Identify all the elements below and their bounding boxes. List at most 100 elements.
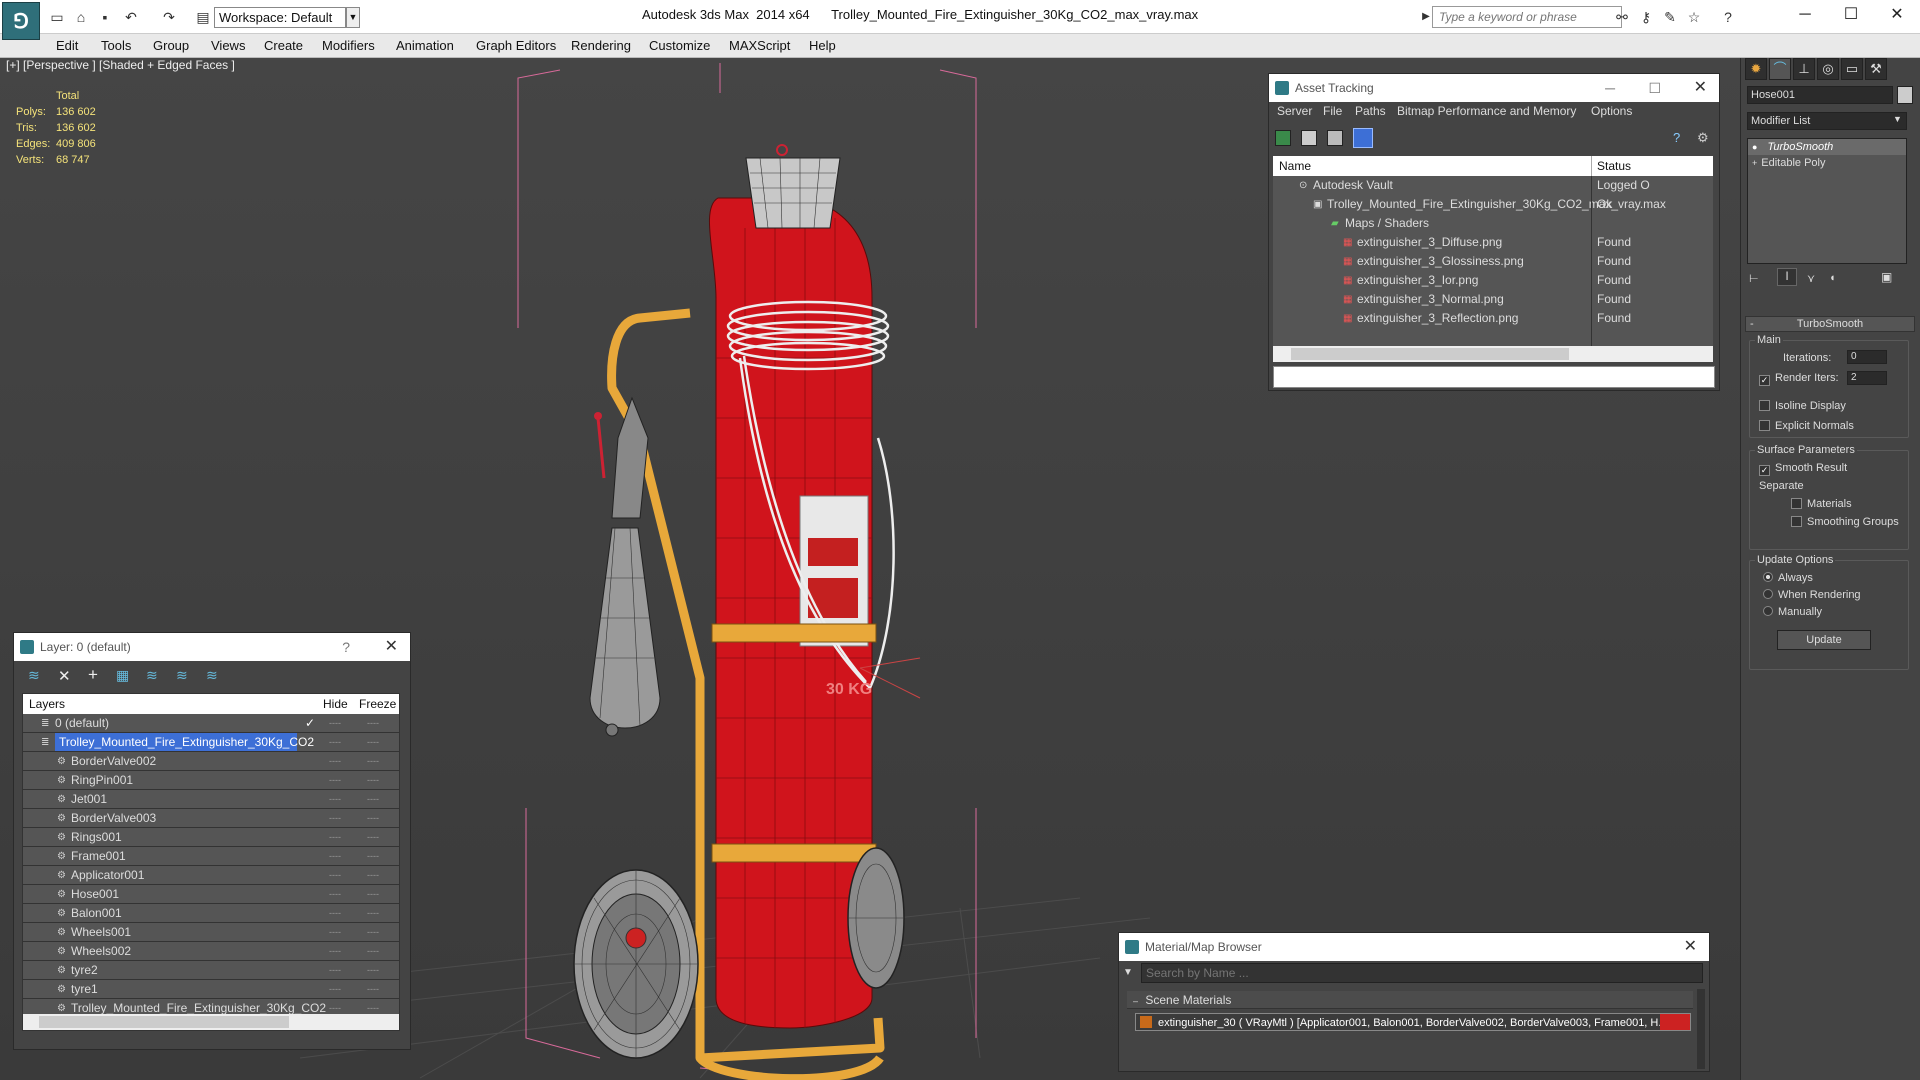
layer-freeze-toggle[interactable]: ---- xyxy=(367,980,379,999)
asset-col-status[interactable]: Status xyxy=(1597,159,1631,173)
layer-col-hide[interactable]: Hide xyxy=(323,697,348,711)
update-button[interactable]: Update xyxy=(1777,630,1871,650)
layer-col-freeze[interactable]: Freeze xyxy=(359,697,396,711)
asset-horizontal-scrollbar[interactable] xyxy=(1273,346,1713,362)
minimize-button[interactable]: ─ xyxy=(1782,2,1828,28)
open-file-icon[interactable]: ⌂ xyxy=(72,8,90,26)
asset-menu-server[interactable]: Server xyxy=(1277,104,1312,118)
isoline-display-checkbox[interactable]: Isoline Display xyxy=(1759,400,1846,412)
configure-sets-icon[interactable]: ▣ xyxy=(1881,270,1892,284)
new-file-icon[interactable]: ▭ xyxy=(48,8,66,26)
layer-freeze-toggle[interactable]: ---- xyxy=(367,733,379,752)
key-icon[interactable]: ⚷ xyxy=(1636,8,1656,26)
asset-menu-bitmap-performance[interactable]: Bitmap Performance and Memory xyxy=(1397,104,1576,118)
layer-hide-toggle[interactable]: ---- xyxy=(329,828,341,847)
project-folder-icon[interactable]: ▤ xyxy=(194,8,212,26)
separate-smoothing-groups-checkbox[interactable]: Smoothing Groups xyxy=(1791,516,1899,528)
layer-freeze-toggle[interactable]: ---- xyxy=(367,828,379,847)
motion-tab-icon[interactable]: ◎ xyxy=(1817,58,1839,80)
make-unique-icon[interactable]: ⋎ xyxy=(1807,272,1815,285)
save-file-icon[interactable]: ▪ xyxy=(96,8,114,26)
update-manually-radio[interactable]: Manually xyxy=(1763,606,1822,618)
layer-hide-toggle[interactable]: ---- xyxy=(329,752,341,771)
select-objects-icon[interactable]: ▦ xyxy=(116,667,129,684)
layer-freeze-toggle[interactable]: ---- xyxy=(367,847,379,866)
help-icon[interactable]: ? xyxy=(1718,8,1738,26)
asset-row[interactable]: ▦ extinguisher_3_Glossiness.png Found xyxy=(1273,252,1713,271)
utilities-tab-icon[interactable]: ⚒ xyxy=(1865,58,1887,80)
menu-graph-editors[interactable]: Graph Editors xyxy=(476,38,556,53)
pin-stack-icon[interactable]: ⊢ xyxy=(1749,272,1759,285)
browser-options-arrow-icon[interactable]: ▼ xyxy=(1123,967,1133,978)
layer-row[interactable]: ⚙ Rings001 ---- ---- xyxy=(23,828,399,847)
display-tab-icon[interactable]: ▭ xyxy=(1841,58,1863,80)
layer-hide-toggle[interactable]: ---- xyxy=(329,961,341,980)
viewport-label[interactable]: [+] [Perspective ] [Shaded + Edged Faces… xyxy=(6,58,235,72)
layer-close-button[interactable]: ✕ xyxy=(385,633,398,661)
layer-row[interactable]: ≣ 0 (default) ✓ ---- ---- xyxy=(23,714,399,733)
favorites-star-icon[interactable]: ☆ xyxy=(1684,8,1704,26)
asset-tracking-minimize-button[interactable]: ─ xyxy=(1605,74,1615,102)
asset-tracking-close-button[interactable]: ✕ xyxy=(1694,74,1707,102)
show-end-result-icon[interactable]: I xyxy=(1777,268,1797,286)
layer-freeze-toggle[interactable]: ---- xyxy=(367,961,379,980)
menu-modifiers[interactable]: Modifiers xyxy=(322,38,375,53)
asset-col-name[interactable]: Name xyxy=(1279,159,1311,173)
menu-create[interactable]: Create xyxy=(264,38,303,53)
material-browser-close-button[interactable]: ✕ xyxy=(1684,933,1697,961)
layer-freeze-toggle[interactable]: ---- xyxy=(367,809,379,828)
layer-row[interactable]: ⚙ Wheels002 ---- ---- xyxy=(23,942,399,961)
layer-row[interactable]: ⚙ BorderValve002 ---- ---- xyxy=(23,752,399,771)
layer-row[interactable]: ⚙ Applicator001 ---- ---- xyxy=(23,866,399,885)
table-view-icon[interactable] xyxy=(1353,128,1373,148)
hierarchy-tab-icon[interactable]: ⊥ xyxy=(1793,58,1815,80)
material-vertical-scrollbar[interactable] xyxy=(1697,989,1705,1069)
layer-hide-toggle[interactable]: ---- xyxy=(329,885,341,904)
layer-hide-toggle[interactable]: ---- xyxy=(329,733,341,752)
asset-row[interactable]: ▦ extinguisher_3_Diffuse.png Found xyxy=(1273,233,1713,252)
turbosmooth-rollout-header[interactable]: - TurboSmooth xyxy=(1745,316,1915,332)
layer-row[interactable]: ⚙ BorderValve003 ---- ---- xyxy=(23,809,399,828)
menu-customize[interactable]: Customize xyxy=(649,38,710,53)
layer-row[interactable]: ⚙ Frame001 ---- ---- xyxy=(23,847,399,866)
vault-help-icon[interactable]: ? xyxy=(1673,130,1689,146)
layer-col-layers[interactable]: Layers xyxy=(29,697,65,711)
search-input[interactable] xyxy=(1432,6,1622,28)
layer-hide-toggle[interactable]: ---- xyxy=(329,790,341,809)
new-layer-icon[interactable]: ≋ xyxy=(28,667,40,684)
render-iters-spinner[interactable]: 2 xyxy=(1847,371,1887,385)
layer-hide-toggle[interactable]: ---- xyxy=(329,923,341,942)
delete-layer-icon[interactable]: ✕ xyxy=(58,667,71,685)
layer-freeze-toggle[interactable]: ---- xyxy=(367,771,379,790)
stack-item-turbosmooth[interactable]: ● TurboSmooth xyxy=(1748,139,1906,155)
freeze-all-icon[interactable]: ≋ xyxy=(206,667,218,684)
asset-row[interactable]: ▦ extinguisher_3_Ior.png Found xyxy=(1273,271,1713,290)
layer-hide-toggle[interactable]: ---- xyxy=(329,942,341,961)
separate-materials-checkbox[interactable]: Materials xyxy=(1791,498,1852,510)
menu-maxscript[interactable]: MAXScript xyxy=(729,38,790,53)
iterations-spinner[interactable]: 0 xyxy=(1847,350,1887,364)
layer-hide-toggle[interactable]: ---- xyxy=(329,714,341,733)
render-iters-checkbox[interactable]: ✓ Render Iters: xyxy=(1759,372,1839,386)
menu-views[interactable]: Views xyxy=(211,38,245,53)
layer-row[interactable]: ⚙ Balon001 ---- ---- xyxy=(23,904,399,923)
update-always-radio[interactable]: Always xyxy=(1763,572,1813,584)
layer-freeze-toggle[interactable]: ---- xyxy=(367,866,379,885)
menu-group[interactable]: Group xyxy=(153,38,189,53)
layer-hide-toggle[interactable]: ---- xyxy=(329,866,341,885)
asset-menu-file[interactable]: File xyxy=(1323,104,1342,118)
create-tab-icon[interactable]: ✹ xyxy=(1745,58,1767,80)
layer-row[interactable]: ⚙ Wheels001 ---- ---- xyxy=(23,923,399,942)
layer-row[interactable]: ⚙ Jet001 ---- ---- xyxy=(23,790,399,809)
layer-freeze-toggle[interactable]: ---- xyxy=(367,790,379,809)
update-when-rendering-radio[interactable]: When Rendering xyxy=(1763,589,1861,601)
layer-help-button[interactable]: ? xyxy=(342,633,350,661)
binoculars-icon[interactable]: ⚯ xyxy=(1612,8,1632,26)
material-search-input[interactable] xyxy=(1141,963,1703,983)
detail-view-icon[interactable] xyxy=(1327,130,1343,146)
hide-all-icon[interactable]: ≋ xyxy=(176,667,188,684)
close-button[interactable]: ✕ xyxy=(1874,2,1920,28)
explicit-normals-checkbox[interactable]: Explicit Normals xyxy=(1759,420,1854,432)
redo-icon[interactable]: ↷ xyxy=(160,8,178,26)
modifier-list-arrow-icon[interactable]: ▼ xyxy=(1893,114,1902,124)
